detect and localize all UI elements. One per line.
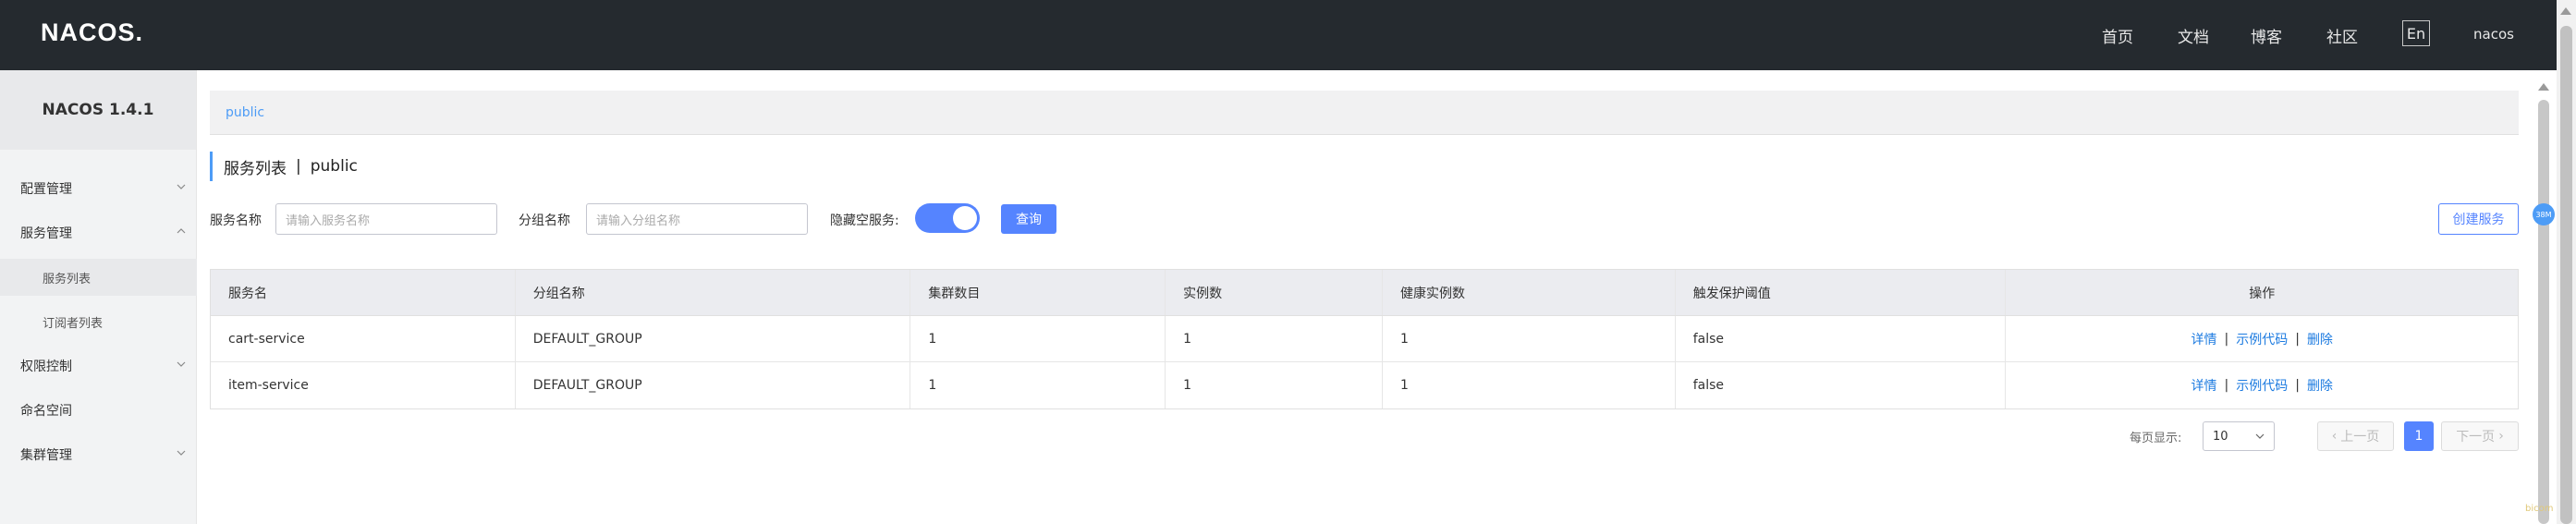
scroll-up-arrow-icon[interactable] [2538,83,2549,91]
chevron-down-icon [2255,433,2265,439]
page-size-value: 10 [2213,429,2228,444]
namespace-link-public[interactable]: public [226,105,264,120]
group-name-placeholder: 请输入分组名称 [596,213,681,228]
sidebar-item-label: 配置管理 [20,182,72,197]
table-header: 服务名 分组名称 集群数目 实例数 健康实例数 触发保护阈值 操作 [211,270,2518,316]
cell-group-name: DEFAULT_GROUP [516,362,911,408]
watermark: bicom [2525,504,2554,514]
delete-link[interactable]: 删除 [2307,376,2333,395]
cell-healthy-count: 1 [1383,362,1676,408]
sidebar-item-service-list[interactable]: 服务列表 [0,259,197,296]
service-name-input[interactable]: 请输入服务名称 [275,203,497,235]
nav-docs[interactable]: 文档 [2178,24,2209,47]
chevron-right-icon: › [2498,429,2504,444]
cell-service-name: cart-service [211,316,516,361]
sample-code-link[interactable]: 示例代码 [2236,376,2288,395]
column-header: 分组名称 [516,270,911,315]
column-header: 健康实例数 [1383,270,1676,315]
hide-empty-label: 隐藏空服务: [830,213,899,228]
nav-blog[interactable]: 博客 [2251,24,2282,47]
user-menu[interactable]: nacos [2473,26,2514,43]
group-name-label: 分组名称 [519,213,570,228]
delete-link[interactable]: 删除 [2307,330,2333,348]
chevron-down-icon [177,450,186,456]
cell-instance-count: 1 [1166,316,1383,361]
sidebar: NACOS 1.4.1 配置管理 服务管理 服务列表 订阅者列表 权限控制 命名… [0,70,197,524]
page-scrollbar[interactable] [2557,0,2576,524]
prev-page-label: 上一页 [2340,430,2380,445]
action-separator: | [2295,378,2300,393]
content-scrollbar[interactable] [2534,70,2553,524]
sidebar-item-label: 命名空间 [20,404,72,419]
current-page-button[interactable]: 1 [2404,421,2434,451]
action-separator: | [2224,378,2229,393]
scroll-up-arrow-icon[interactable] [2560,7,2571,15]
sidebar-item-namespace[interactable]: 命名空间 [0,392,197,429]
service-table: 服务名 分组名称 集群数目 实例数 健康实例数 触发保护阈值 操作 cart-s… [210,269,2519,409]
cell-protect-threshold: false [1676,316,2007,361]
create-service-button[interactable]: 创建服务 [2438,203,2519,235]
nacos-logo[interactable]: NACOS. [41,18,143,47]
column-header: 集群数目 [910,270,1166,315]
column-header: 实例数 [1166,270,1383,315]
cell-cluster-count: 1 [910,316,1166,361]
page-title-text: 服务列表 [224,159,287,178]
page-title: 服务列表 | public [210,152,358,181]
cell-protect-threshold: false [1676,362,2007,408]
cell-actions: 详情 | 示例代码 | 删除 [2006,316,2518,361]
next-page-button[interactable]: 下一页 › [2441,421,2519,451]
content-scrollbar-thumb[interactable] [2538,100,2549,524]
nav-community[interactable]: 社区 [2326,24,2358,47]
sidebar-item-label: 订阅者列表 [43,316,104,331]
prev-page-button[interactable]: ‹ 上一页 [2317,421,2394,451]
page-size-select[interactable]: 10 [2203,421,2275,451]
sidebar-item-label: 权限控制 [20,359,72,374]
cell-group-name: DEFAULT_GROUP [516,316,911,361]
sidebar-item-service-management[interactable]: 服务管理 [0,214,197,251]
page-title-namespace: public [310,157,358,176]
sidebar-item-subscriber-list[interactable]: 订阅者列表 [0,303,197,340]
cell-cluster-count: 1 [910,362,1166,408]
sidebar-title: NACOS 1.4.1 [0,70,196,150]
chevron-down-icon [177,361,186,367]
detail-link[interactable]: 详情 [2191,376,2217,395]
chevron-down-icon [177,184,186,189]
title-separator: | [296,157,301,176]
floating-badge[interactable]: 38M [2533,203,2555,225]
hide-empty-toggle[interactable] [915,203,980,233]
column-header: 操作 [2249,286,2276,301]
namespace-bar: public [210,91,2519,135]
top-navbar: NACOS. 首页 文档 博客 社区 En nacos [0,0,2576,70]
table-row: item-service DEFAULT_GROUP 1 1 1 false 详… [211,362,2518,408]
sidebar-item-access-control[interactable]: 权限控制 [0,347,197,384]
table-row: cart-service DEFAULT_GROUP 1 1 1 false 详… [211,316,2518,362]
service-name-label: 服务名称 [210,213,262,228]
sidebar-item-cluster-management[interactable]: 集群管理 [0,436,197,473]
action-separator: | [2295,331,2300,347]
page-scrollbar-thumb[interactable] [2560,26,2572,524]
sidebar-item-label: 服务列表 [43,272,92,286]
sidebar-item-config-management[interactable]: 配置管理 [0,170,197,207]
search-button[interactable]: 查询 [1001,204,1056,234]
next-page-label: 下一页 [2456,430,2496,445]
nav-home[interactable]: 首页 [2102,24,2133,47]
language-switch-button[interactable]: En [2402,20,2430,46]
group-name-input[interactable]: 请输入分组名称 [586,203,808,235]
action-separator: | [2224,331,2229,347]
sample-code-link[interactable]: 示例代码 [2236,330,2288,348]
per-page-label: 每页显示: [2130,432,2182,445]
column-header: 触发保护阈值 [1676,270,2007,315]
cell-instance-count: 1 [1166,362,1383,408]
sidebar-item-label: 集群管理 [20,448,72,463]
cell-service-name: item-service [211,362,516,408]
column-header: 服务名 [211,270,516,315]
chevron-left-icon: ‹ [2331,429,2338,444]
service-name-placeholder: 请输入服务名称 [286,213,371,228]
detail-link[interactable]: 详情 [2191,330,2217,348]
cell-actions: 详情 | 示例代码 | 删除 [2006,362,2518,408]
sidebar-item-label: 服务管理 [20,226,72,241]
cell-healthy-count: 1 [1383,316,1676,361]
toggle-knob [953,206,977,230]
chevron-up-icon [177,228,186,234]
